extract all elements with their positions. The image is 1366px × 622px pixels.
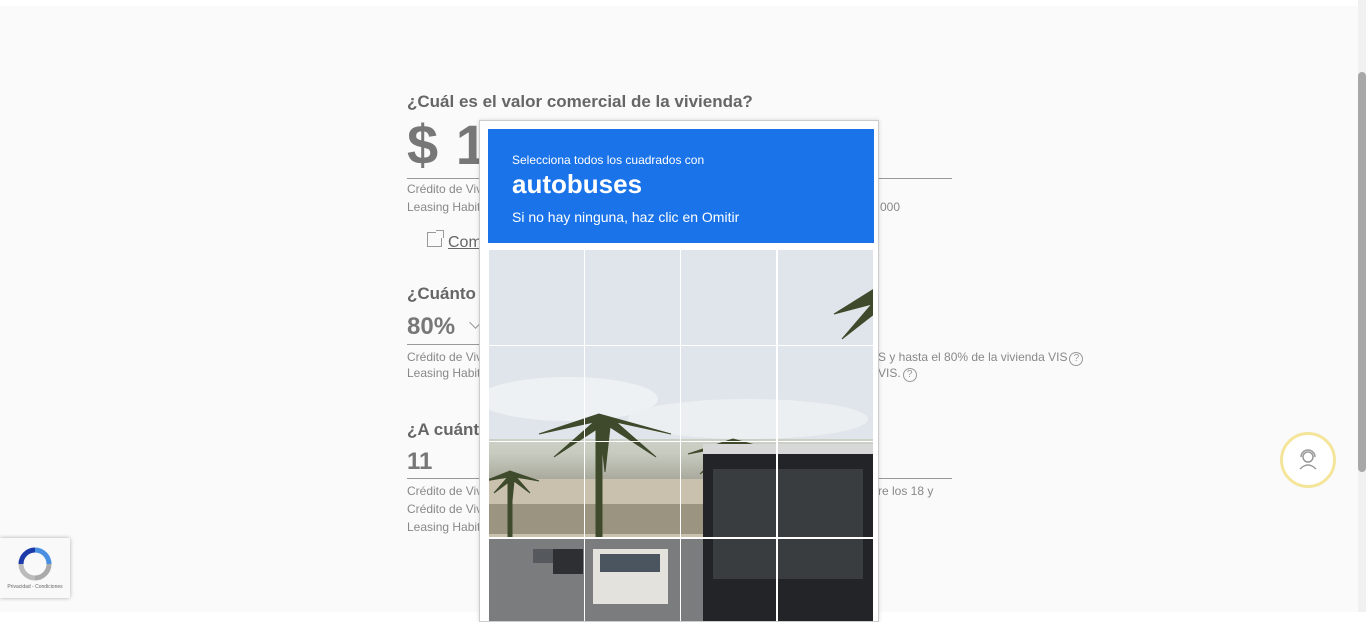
captcha-tile[interactable] — [680, 538, 777, 621]
q2-note-credit: Crédito de Viv — [407, 350, 483, 364]
captcha-instruction: Selecciona todos los cuadrados con — [512, 153, 705, 167]
captcha-challenge: Selecciona todos los cuadrados con autob… — [479, 120, 879, 622]
q1-note-leasing: Leasing Habit — [407, 200, 481, 214]
support-chat-button[interactable] — [1280, 432, 1336, 488]
captcha-tile[interactable] — [777, 345, 874, 442]
captcha-header: Selecciona todos los cuadrados con autob… — [488, 129, 874, 243]
captcha-tile[interactable] — [777, 441, 874, 538]
q3-note-credit-2: Crédito de Viv — [407, 502, 483, 516]
captcha-tile[interactable] — [488, 441, 585, 538]
recaptcha-logo-icon — [18, 547, 52, 581]
captcha-tile[interactable] — [777, 249, 874, 346]
q2-note-leasing: Leasing Habit — [407, 366, 481, 380]
percent-underline — [407, 344, 479, 345]
captcha-tile[interactable] — [680, 249, 777, 346]
question-term-title: ¿A cuánto — [407, 420, 490, 439]
compare-link-label: Com — [448, 234, 482, 251]
external-link-icon — [427, 230, 444, 247]
home-value-input[interactable]: $ 1 — [407, 112, 488, 177]
captcha-tile[interactable] — [777, 538, 874, 621]
captcha-tile[interactable] — [680, 345, 777, 442]
captcha-tile[interactable] — [488, 345, 585, 442]
q3-note-credit-1: Crédito de Viv — [407, 484, 483, 498]
captcha-tile[interactable] — [584, 538, 681, 621]
q1-note-leasing-suffix: 000 — [880, 200, 901, 214]
captcha-subtext: Si no hay ninguna, haz clic en Omitir — [512, 209, 740, 225]
captcha-tile[interactable] — [584, 441, 681, 538]
q2-note-leasing-suffix: VIS.? — [878, 366, 917, 382]
recaptcha-privacy-terms[interactable]: Privacidad - Condiciones — [0, 584, 70, 590]
compare-link[interactable]: Com — [427, 230, 482, 252]
percent-select[interactable]: 80% — [407, 313, 455, 341]
scrollbar-thumb[interactable] — [1358, 72, 1366, 472]
captcha-tile[interactable] — [584, 249, 681, 346]
q1-note-credit: Crédito de Viv — [407, 182, 483, 196]
captcha-image-grid — [488, 249, 874, 621]
question-home-value-title: ¿Cuál es el valor comercial de la vivien… — [407, 92, 753, 111]
help-icon[interactable]: ? — [1069, 352, 1084, 366]
support-agent-icon — [1299, 449, 1317, 470]
help-icon[interactable]: ? — [902, 368, 917, 382]
captcha-tile[interactable] — [488, 249, 585, 346]
q3-note-credit-1-suffix: re los 18 y — [878, 484, 934, 498]
q2-note-credit-suffix: S y hasta el 80% de la vivienda VIS? — [878, 350, 1084, 366]
captcha-tile[interactable] — [488, 538, 585, 621]
captcha-tile[interactable] — [680, 441, 777, 538]
q3-note-leasing: Leasing Habit — [407, 520, 481, 534]
captcha-tile[interactable] — [584, 345, 681, 442]
term-input[interactable]: 11 — [407, 448, 432, 476]
captcha-target: autobuses — [512, 169, 643, 199]
recaptcha-badge[interactable]: Privacidad - Condiciones — [0, 538, 70, 598]
